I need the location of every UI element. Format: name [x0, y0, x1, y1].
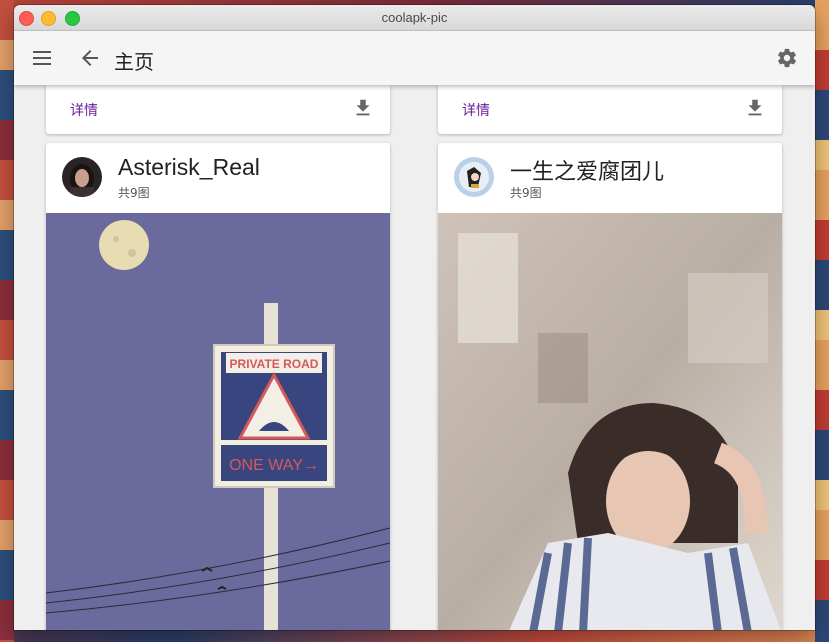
card-footer-right: 详情 [438, 85, 782, 134]
post-image[interactable]: PRIVATE ROAD ONE WAY→ [46, 213, 390, 630]
detail-link[interactable]: 详情 [462, 100, 490, 120]
post-image[interactable] [438, 213, 782, 630]
page-title: 主页 [114, 50, 154, 74]
post-header: Asterisk_Real 共9图 [46, 143, 390, 213]
post-header: 一生之爱腐团儿 共9图 [438, 143, 782, 213]
post-card-right[interactable]: 一生之爱腐团儿 共9图 [438, 143, 782, 630]
card-footer-left: 详情 [46, 85, 390, 134]
sign-text-private-road: PRIVATE ROAD [230, 357, 319, 371]
app-window: coolapk-pic 主页 详情 详情 Asterisk_Real 共9图 P… [14, 5, 815, 630]
back-button[interactable] [76, 44, 104, 72]
desktop-wallpaper-left [0, 0, 14, 642]
settings-button[interactable] [773, 44, 801, 72]
desktop-wallpaper-right [815, 0, 829, 642]
author-name[interactable]: Asterisk_Real [118, 154, 260, 181]
gear-icon [778, 48, 796, 68]
download-icon [356, 99, 370, 116]
download-button[interactable] [744, 97, 766, 119]
arrow-back-icon [82, 50, 98, 66]
avatar[interactable] [62, 157, 102, 197]
sign-text-one-way: ONE WAY→ [229, 457, 319, 474]
author-name[interactable]: 一生之爱腐团儿 [510, 154, 664, 186]
feed-content[interactable]: 详情 详情 Asterisk_Real 共9图 PRIVATE ROAD ONE… [14, 85, 815, 630]
image-count: 共9图 [510, 186, 542, 200]
download-icon [748, 99, 762, 116]
menu-icon [33, 51, 51, 65]
avatar[interactable] [454, 157, 494, 197]
detail-link[interactable]: 详情 [70, 100, 98, 120]
image-count: 共9图 [118, 186, 150, 200]
post-card-left[interactable]: Asterisk_Real 共9图 PRIVATE ROAD ONE WAY→ [46, 143, 390, 630]
menu-button[interactable] [28, 44, 56, 72]
download-button[interactable] [352, 97, 374, 119]
app-bar: 主页 [14, 31, 815, 85]
window-title: coolapk-pic [381, 10, 448, 25]
window-titlebar[interactable]: coolapk-pic [14, 5, 815, 31]
